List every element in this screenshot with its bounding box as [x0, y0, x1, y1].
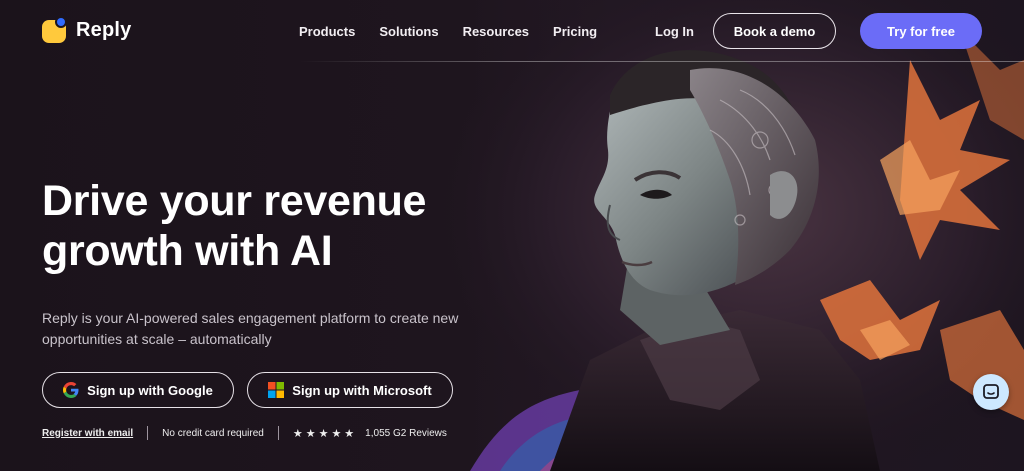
divider [277, 426, 279, 440]
subtext-line-1: Reply is your AI-powered sales engagemen… [42, 310, 459, 326]
register-email-link[interactable]: Register with email [42, 428, 133, 439]
headline-line-1: Drive your revenue [42, 177, 427, 225]
nav-divider [300, 61, 1024, 62]
google-signup-button[interactable]: Sign up with Google [42, 372, 234, 408]
google-icon [63, 382, 79, 398]
top-nav-bar: Reply Products Solutions Resources Prici… [0, 0, 1024, 62]
reviews-text: 1,055 G2 Reviews [365, 427, 447, 439]
page: Reply Products Solutions Resources Prici… [0, 0, 1024, 471]
nav-pricing[interactable]: Pricing [553, 24, 597, 39]
headline-line-2: growth with AI [42, 227, 333, 275]
rating-stars-icon: ★★★★★ [292, 427, 358, 440]
login-link[interactable]: Log In [655, 24, 694, 39]
nav-solutions[interactable]: Solutions [379, 24, 438, 39]
hero-portrait-image [440, 0, 1024, 471]
brand-name: Reply [76, 18, 132, 41]
nav-products[interactable]: Products [299, 24, 355, 39]
chat-icon [983, 384, 999, 399]
chat-launcher-button[interactable] [973, 374, 1009, 410]
hero-subtext: Reply is your AI-powered sales engagemen… [42, 308, 482, 350]
google-signup-label: Sign up with Google [87, 382, 213, 398]
brand-logo[interactable]: Reply [42, 16, 132, 43]
microsoft-icon [268, 382, 285, 398]
book-demo-button[interactable]: Book a demo [713, 13, 836, 49]
microsoft-signup-label: Sign up with Microsoft [292, 382, 432, 398]
microsoft-signup-button[interactable]: Sign up with Microsoft [247, 372, 453, 408]
try-free-button[interactable]: Try for free [860, 13, 982, 49]
signup-footnote: Register with email No credit card requi… [42, 426, 447, 440]
subtext-line-2: opportunities at scale – automatically [42, 331, 272, 347]
nav-resources[interactable]: Resources [463, 24, 529, 39]
no-card-text: No credit card required [162, 427, 264, 439]
main-nav: Products Solutions Resources Pricing [299, 24, 597, 39]
hero-headline: Drive your revenue growth with AI [42, 176, 482, 276]
reply-logo-icon [42, 16, 68, 43]
divider [147, 426, 149, 440]
